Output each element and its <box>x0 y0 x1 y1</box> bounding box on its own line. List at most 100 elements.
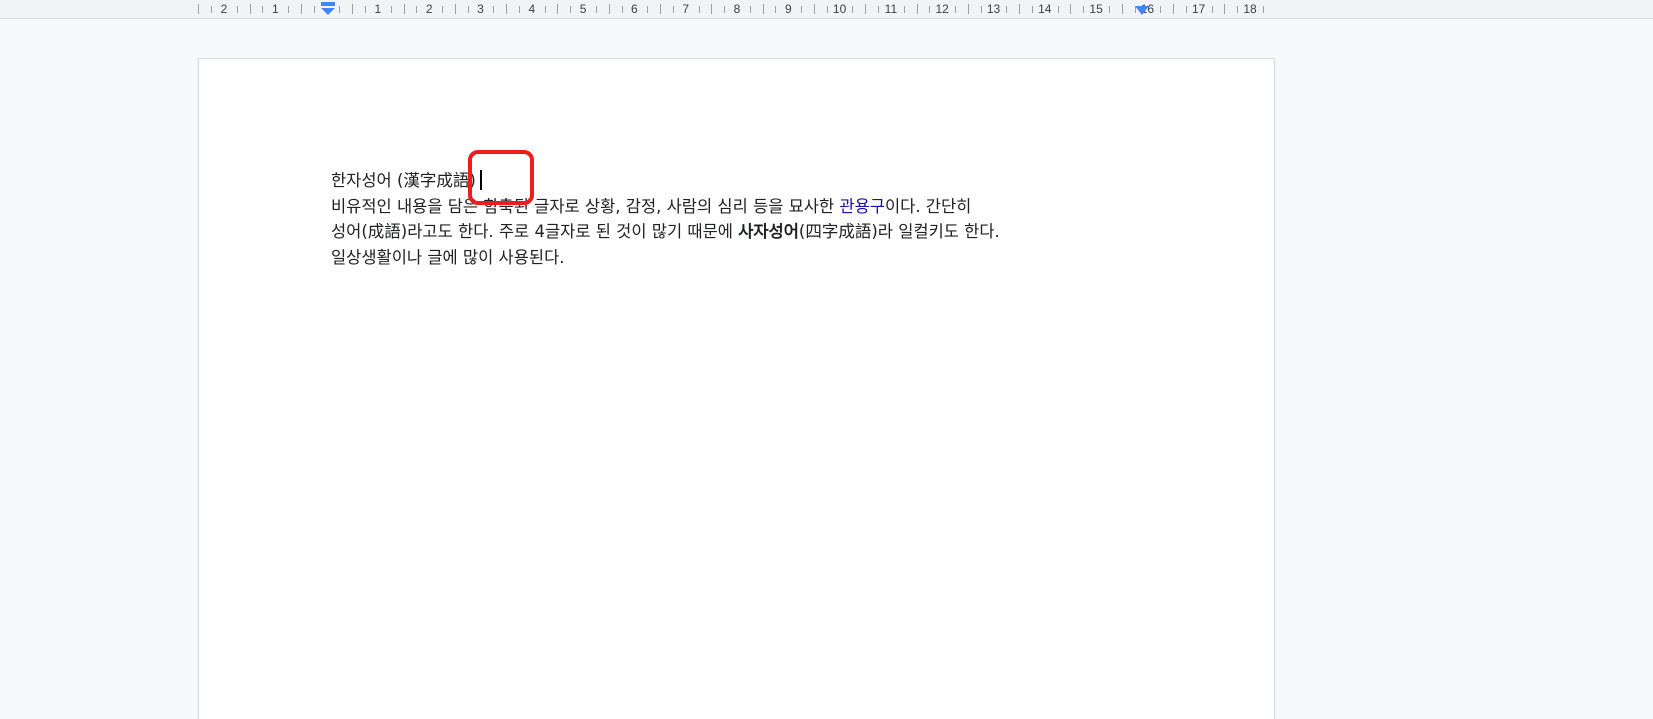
ruler-tick <box>455 4 456 14</box>
doc-title-line[interactable]: 한자성어 (漢字成語) <box>331 168 1161 194</box>
ruler-tick <box>557 4 558 14</box>
annotation-highlight-box <box>468 150 534 205</box>
ruler-number: 11 <box>884 2 898 16</box>
ruler-number: 5 <box>579 2 587 16</box>
ruler-tick <box>775 6 776 13</box>
ruler-tick <box>404 4 405 14</box>
document-canvas[interactable] <box>0 19 1653 719</box>
ruler-tick <box>301 4 302 14</box>
ruler-tick <box>929 6 930 13</box>
horizontal-ruler[interactable]: 2 1 1 2 3 4 5 6 7 8 9 10 11 12 13 14 15 16 17 18 <box>0 0 1653 19</box>
ruler-tick <box>519 6 520 13</box>
ruler-tick <box>878 6 879 13</box>
ruler-tick <box>1186 6 1187 13</box>
ruler-tick <box>917 4 918 14</box>
ruler-track: 2 1 1 2 3 4 5 6 7 8 9 10 11 12 13 14 15 16 17 18 <box>198 0 1274 18</box>
ruler-tick <box>609 4 610 14</box>
doc-paragraph-line[interactable]: 비유적인 내용을 담은 함축된 글자로 상황, 감정, 사람의 심리 등을 묘사… <box>331 194 1161 220</box>
ruler-tick <box>288 6 289 13</box>
doc-text-segment[interactable]: 이다. 간단히 <box>885 197 971 216</box>
doc-title-text[interactable]: 한자성어 (漢字成語) <box>331 171 476 190</box>
ruler-number: 8 <box>733 2 741 16</box>
ruler-number: 4 <box>528 2 536 16</box>
ruler-tick <box>570 6 571 13</box>
ruler-tick <box>981 6 982 13</box>
ruler-tick <box>1160 6 1161 13</box>
ruler-tick <box>1212 6 1213 13</box>
ruler-tick <box>763 4 764 14</box>
ruler-tick <box>622 6 623 13</box>
ruler-tick <box>711 4 712 14</box>
doc-paragraph-line[interactable]: 성어(成語)라고도 한다. 주로 4글자로 된 것이 많기 때문에 사자성어(四… <box>331 219 1161 245</box>
doc-text-segment[interactable]: (四字成語)라 일컬키도 한다. <box>799 222 1000 241</box>
ruler-number: 13 <box>986 2 1001 16</box>
ruler-tick <box>750 6 751 13</box>
ruler-tick <box>352 4 353 14</box>
doc-bold-text[interactable]: 사자성어 <box>738 222 799 241</box>
ruler-tick <box>724 6 725 13</box>
ruler-tick <box>1070 4 1071 14</box>
right-indent-icon[interactable] <box>1134 5 1150 17</box>
ruler-tick <box>955 6 956 13</box>
ruler-tick <box>493 6 494 13</box>
ruler-number: 10 <box>832 2 847 16</box>
ruler-tick <box>1173 4 1174 14</box>
ruler-tick <box>1083 6 1084 13</box>
doc-text-segment[interactable]: 성어(成語)라고도 한다. 주로 4글자로 된 것이 많기 때문에 <box>331 222 738 241</box>
doc-link[interactable]: 관용구 <box>839 197 885 216</box>
ruler-tick <box>211 6 212 13</box>
ruler-tick <box>1122 4 1123 14</box>
ruler-tick <box>699 6 700 13</box>
left-indent-icon[interactable] <box>320 2 336 17</box>
ruler-tick <box>1263 6 1264 13</box>
ruler-tick <box>801 6 802 13</box>
ruler-tick <box>416 6 417 13</box>
doc-text-segment[interactable]: 비유적인 내용을 담은 함축된 글자로 상황, 감정, 사람의 심리 등을 묘사… <box>331 197 839 216</box>
ruler-tick <box>391 6 392 13</box>
ruler-tick <box>250 4 251 14</box>
ruler-tick <box>904 6 905 13</box>
ruler-number: 2 <box>425 2 433 16</box>
ruler-tick <box>814 4 815 14</box>
ruler-number: 2 <box>220 2 228 16</box>
ruler-number: 6 <box>631 2 638 16</box>
ruler-number: 7 <box>682 2 690 16</box>
ruler-number: 1 <box>271 2 279 16</box>
ruler-number: 15 <box>1089 2 1103 16</box>
ruler-tick <box>545 6 546 13</box>
ruler-tick <box>660 4 661 14</box>
ruler-number: 18 <box>1243 2 1257 16</box>
ruler-tick <box>1237 6 1238 13</box>
ruler-tick <box>827 6 828 13</box>
ruler-tick <box>314 6 315 13</box>
ruler-tick <box>1224 4 1225 14</box>
doc-paragraph-line[interactable]: 일상생활이나 글에 많이 사용된다. <box>331 245 1161 271</box>
document-body[interactable]: 한자성어 (漢字成語) 비유적인 내용을 담은 함축된 글자로 상황, 감정, … <box>331 168 1161 270</box>
ruler-number: 12 <box>935 2 949 16</box>
ruler-tick <box>852 6 853 13</box>
ruler-tick <box>506 4 507 14</box>
ruler-tick <box>1032 6 1033 13</box>
ruler-tick <box>262 6 263 13</box>
ruler-tick <box>596 6 597 13</box>
ruler-number: 17 <box>1192 2 1206 16</box>
ruler-tick <box>1109 6 1110 13</box>
ruler-number: 9 <box>784 2 792 16</box>
ruler-number: 3 <box>477 2 484 16</box>
ruler-tick <box>865 4 866 14</box>
ruler-tick <box>339 6 340 13</box>
ruler-tick <box>198 4 199 14</box>
ruler-number: 1 <box>374 2 382 16</box>
ruler-tick <box>442 6 443 13</box>
ruler-tick <box>673 6 674 13</box>
document-page[interactable] <box>199 59 1274 719</box>
ruler-tick <box>237 6 238 13</box>
doc-text-segment[interactable]: 일상생활이나 글에 많이 사용된다. <box>331 248 565 267</box>
ruler-number: 14 <box>1038 2 1052 16</box>
ruler-tick <box>365 6 366 13</box>
ruler-tick <box>647 6 648 13</box>
ruler-tick <box>1019 4 1020 14</box>
ruler-tick <box>468 6 469 13</box>
ruler-tick <box>968 4 969 14</box>
ruler-tick <box>1058 6 1059 13</box>
